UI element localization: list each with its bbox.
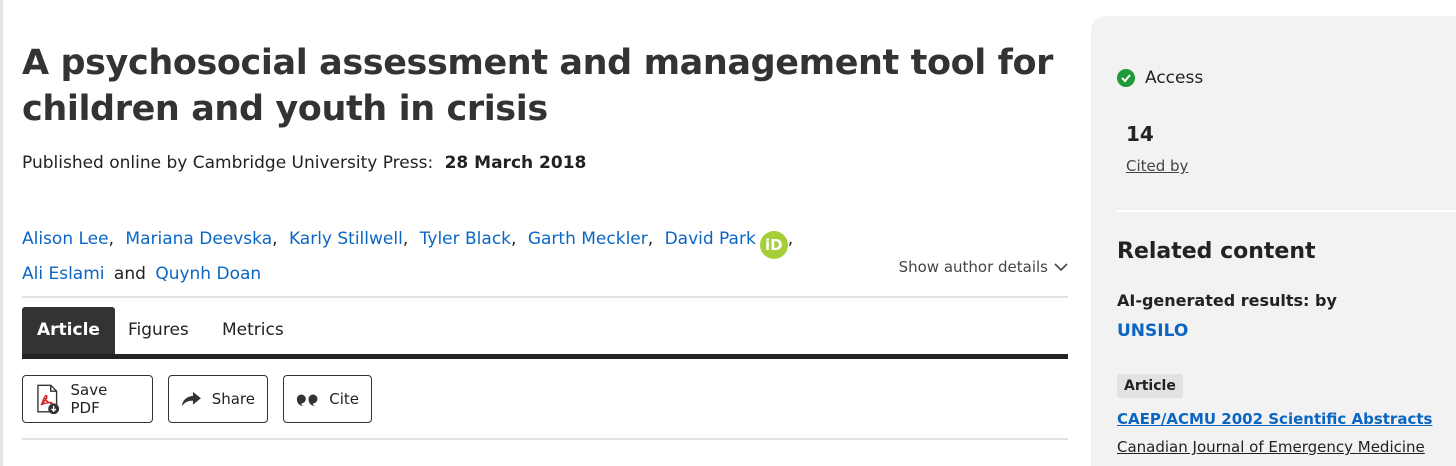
related-item-journal-link[interactable]: Canadian Journal of Emergency Medicine: [1117, 438, 1425, 456]
orcid-icon[interactable]: iD: [759, 231, 788, 259]
pdf-file-icon: [37, 384, 60, 414]
quote-icon: [296, 394, 318, 407]
article-tabs: Article Figures Metrics: [22, 307, 1068, 359]
author-link[interactable]: Karly Stillwell: [289, 229, 403, 249]
author-link[interactable]: Ali Eslami: [22, 264, 105, 284]
author-link[interactable]: Tyler Black: [420, 229, 511, 249]
author-separator: ,: [647, 229, 654, 249]
ai-results-label: AI-generated results: by: [1117, 291, 1337, 310]
author-link[interactable]: Quynh Doan: [155, 264, 261, 284]
page-left-border: [0, 0, 3, 466]
section-divider: [22, 296, 1068, 298]
related-content-heading: Related content: [1117, 239, 1316, 264]
article-sidebar: Access 14 Cited by Related content AI-ge…: [1091, 16, 1456, 466]
author-link[interactable]: Garth Meckler: [528, 229, 648, 249]
tab-article[interactable]: Article: [22, 307, 115, 354]
published-date: 28 March 2018: [444, 153, 587, 173]
author-separator: ,: [511, 229, 517, 249]
chevron-down-icon: [1054, 263, 1068, 272]
author-list: Alison Lee, Mariana Deevska, Karly Still…: [22, 224, 1068, 290]
author-separator: ,: [402, 229, 409, 249]
save-pdf-button[interactable]: Save PDF: [22, 375, 153, 423]
tab-metrics[interactable]: Metrics: [222, 307, 284, 354]
ai-provider-link[interactable]: UNSILO: [1117, 321, 1188, 341]
author-conjunction: and: [113, 264, 146, 284]
author-link[interactable]: David Park: [665, 229, 756, 249]
cite-label: Cite: [329, 390, 359, 408]
share-arrow-icon: [181, 391, 201, 407]
cited-by-link[interactable]: Cited by: [1126, 157, 1188, 175]
author-link[interactable]: Mariana Deevska: [125, 229, 272, 249]
section-divider: [22, 438, 1068, 440]
publication-info: Published online by Cambridge University…: [22, 153, 586, 173]
author-separator: ,: [108, 229, 115, 249]
cited-by-count: 14: [1126, 122, 1154, 146]
author-separator: ,: [787, 229, 794, 249]
share-label: Share: [211, 390, 255, 408]
article-main: A psychosocial assessment and management…: [22, 0, 1068, 466]
save-pdf-label: Save PDF: [70, 381, 108, 417]
tab-figures[interactable]: Figures: [128, 307, 189, 354]
access-status: Access: [1117, 68, 1203, 88]
article-title: A psychosocial assessment and management…: [22, 43, 1053, 129]
tabs-underline: [22, 354, 1068, 359]
share-button[interactable]: Share: [168, 375, 268, 423]
sidebar-divider: [1117, 210, 1456, 212]
related-item-title-link[interactable]: CAEP/ACMU 2002 Scientific Abstracts: [1117, 410, 1432, 428]
author-link[interactable]: Alison Lee: [22, 229, 109, 249]
show-author-details-label: Show author details: [898, 258, 1048, 276]
show-author-details-toggle[interactable]: Show author details: [899, 258, 1068, 276]
cite-button[interactable]: Cite: [283, 375, 372, 423]
access-label: Access: [1145, 68, 1204, 88]
related-item-type-badge: Article: [1117, 374, 1183, 398]
published-prefix: Published online by Cambridge University…: [22, 153, 434, 173]
author-separator: ,: [272, 229, 278, 249]
check-circle-icon: [1117, 69, 1135, 87]
